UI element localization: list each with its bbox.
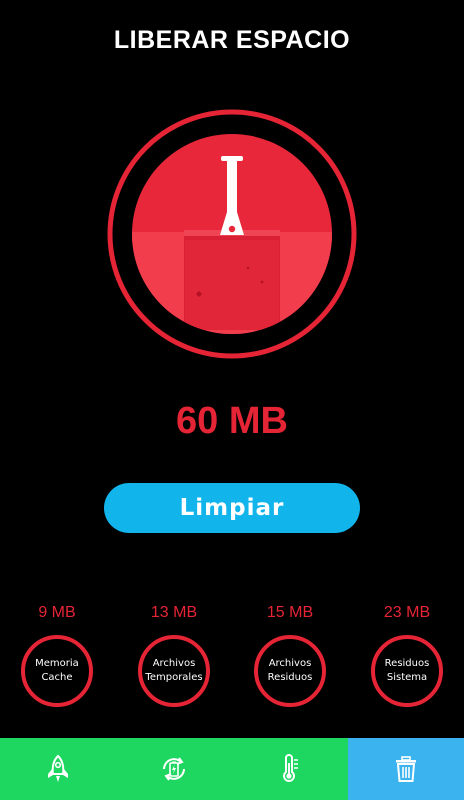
rocket-icon <box>48 754 68 782</box>
trash-icon <box>396 756 416 782</box>
category-system-residue[interactable]: 23 MB Residuos Sistema <box>362 603 452 707</box>
nav-boost[interactable] <box>0 738 116 800</box>
category-ring[interactable]: Archivos Temporales <box>138 635 210 707</box>
clean-button[interactable]: Limpiar <box>104 483 360 533</box>
category-label-line2: Sistema <box>386 672 428 683</box>
cleaner-gauge[interactable] <box>106 108 358 360</box>
category-residual-files[interactable]: 15 MB Archivos Residuos <box>245 603 335 707</box>
nav-battery[interactable] <box>116 738 232 800</box>
category-ring[interactable]: Memoria Cache <box>21 635 93 707</box>
category-label-line1: Residuos <box>384 658 430 669</box>
category-label-line1: Memoria <box>35 658 79 669</box>
category-size: 9 MB <box>38 604 76 621</box>
page-title: LIBERAR ESPACIO <box>113 26 351 54</box>
total-junk-size: 60 MB <box>176 400 288 442</box>
category-label-line2: Temporales <box>145 672 203 683</box>
nav-cleaner[interactable] <box>348 738 464 800</box>
battery-recycle-icon <box>163 757 185 781</box>
thermometer-icon <box>283 754 298 782</box>
nav-cooler[interactable] <box>232 738 348 800</box>
category-ring[interactable]: Archivos Residuos <box>254 635 326 707</box>
category-size: 23 MB <box>383 604 431 621</box>
category-label-line1: Archivos <box>152 658 196 669</box>
bottom-nav <box>0 738 464 800</box>
category-temp-files[interactable]: 13 MB Archivos Temporales <box>129 603 219 707</box>
category-label-line2: Residuos <box>267 672 313 683</box>
category-label-line1: Archivos <box>268 658 312 669</box>
category-size: 13 MB <box>150 604 198 621</box>
category-ring[interactable]: Residuos Sistema <box>371 635 443 707</box>
category-size: 15 MB <box>266 604 314 621</box>
category-label-line2: Cache <box>41 672 73 683</box>
category-memory-cache[interactable]: 9 MB Memoria Cache <box>12 603 102 707</box>
